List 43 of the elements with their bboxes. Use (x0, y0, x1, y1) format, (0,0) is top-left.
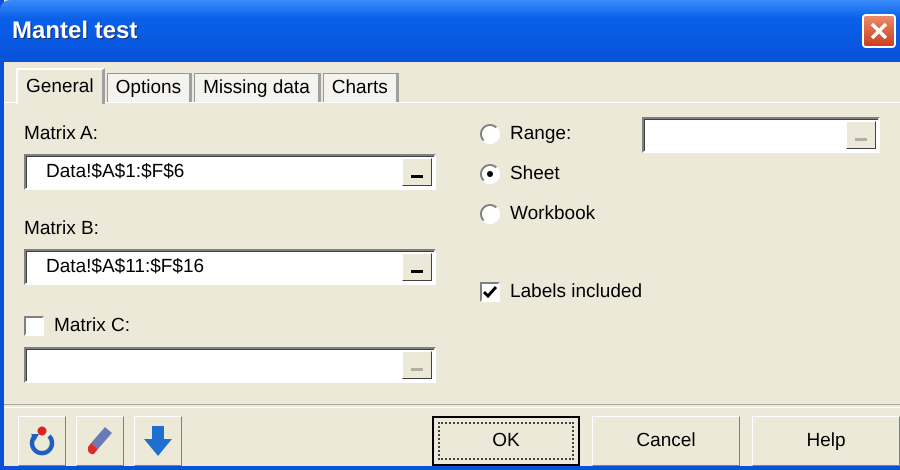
select-range-button[interactable] (402, 253, 432, 281)
range-value: Data!$A$1:$F$6 (45, 160, 186, 184)
checkbox-label: Labels included (510, 281, 642, 303)
range-value: Data!$A$11:$F$16 (45, 255, 206, 279)
option-label: Sheet (510, 163, 560, 185)
check-icon (483, 286, 497, 298)
field-label: Matrix A: (24, 123, 99, 145)
dash-icon (411, 270, 423, 273)
range-field[interactable]: Data!$A$11:$F$16 (24, 249, 436, 285)
range-field[interactable]: Data!$A$1:$F$6 (24, 154, 436, 190)
radio-button[interactable] (480, 124, 500, 144)
dialog-button[interactable]: OK (432, 416, 580, 466)
close-button[interactable] (862, 14, 896, 48)
range-field[interactable] (642, 117, 880, 153)
radio-button[interactable] (480, 204, 500, 224)
tab[interactable]: Missing data (194, 73, 321, 102)
radio-dot (487, 171, 493, 177)
field-label: Matrix B: (24, 218, 100, 240)
eraser-button[interactable] (76, 416, 124, 466)
tab[interactable]: Charts (322, 73, 399, 102)
dialog-button[interactable]: Help (752, 416, 900, 466)
radio-button[interactable] (480, 164, 500, 184)
range-field[interactable] (24, 347, 436, 383)
move-down-button[interactable] (134, 416, 182, 466)
checkbox[interactable] (24, 316, 44, 336)
tab[interactable]: General (16, 68, 105, 104)
down-arrow-icon (143, 424, 173, 458)
dialog-button[interactable]: Cancel (592, 416, 740, 466)
checkbox[interactable] (480, 282, 500, 302)
select-range-button[interactable] (846, 121, 876, 149)
tab[interactable]: Options (106, 73, 192, 102)
select-range-button[interactable] (402, 158, 432, 186)
close-icon (869, 21, 889, 41)
dash-icon (411, 368, 423, 371)
dash-icon (855, 138, 867, 141)
reset-button[interactable] (18, 416, 66, 466)
window-title: Mantel test (12, 17, 138, 45)
circular-arrow-icon (27, 424, 57, 458)
option-label: Range: (510, 123, 572, 145)
dash-icon (411, 175, 423, 178)
field-label: Matrix C: (54, 315, 130, 337)
option-label: Workbook (510, 203, 596, 225)
select-range-button[interactable] (402, 351, 432, 379)
